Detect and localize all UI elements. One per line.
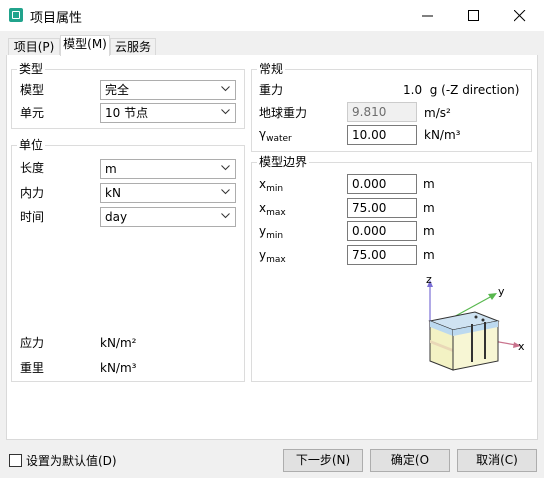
model-bounds-group-title: 模型边界 (257, 155, 310, 169)
y-axis-label: y (498, 285, 505, 298)
gamma-water-label: γwater (259, 127, 292, 146)
ymax-field[interactable]: 75.00 (347, 245, 417, 265)
stress-label: 应力 (20, 336, 45, 350)
ymin-field[interactable]: 0.000 (347, 221, 417, 241)
minimize-icon (422, 15, 433, 17)
xmin-value: 0.000 (352, 177, 387, 191)
time-unit-select[interactable]: day (100, 207, 236, 227)
close-icon (514, 10, 526, 22)
force-label: 内力 (20, 186, 45, 200)
gravity-label: 重力 (259, 83, 284, 97)
xmax-value: 75.00 (352, 201, 387, 215)
maximize-icon (468, 10, 479, 21)
chevron-down-icon (221, 213, 230, 219)
model-select-value: 完全 (105, 83, 130, 97)
earth-gravity-field[interactable]: 9.810 (347, 102, 417, 122)
earth-gravity-label: 地球重力 (259, 106, 308, 120)
xmin-field[interactable]: 0.000 (347, 174, 417, 194)
model-label: 模型 (20, 83, 45, 97)
ymin-unit: m (423, 224, 435, 238)
ymin-sub: min (266, 231, 284, 241)
xmax-label: xmax (259, 201, 286, 220)
xmax-field[interactable]: 75.00 (347, 198, 417, 218)
unit-weight-value: kN/m³ (100, 361, 137, 375)
element-select[interactable]: 10 节点 (100, 103, 236, 123)
tab-model[interactable]: 模型(M) (60, 35, 110, 56)
y-axis-arrow-icon (488, 293, 497, 300)
app-icon (9, 8, 23, 22)
ymin-value: 0.000 (352, 224, 387, 238)
type-group-title: 类型 (17, 62, 46, 76)
stress-unit-value: kN/m² (100, 336, 137, 350)
unit-label: 单元 (20, 106, 45, 120)
set-default-label[interactable]: 设置为默认值(D) (26, 454, 117, 468)
gravity-value: 1.0 g (-Z direction) (403, 83, 520, 97)
chevron-down-icon (221, 86, 230, 92)
xmin-label: xmin (259, 177, 283, 196)
earth-gravity-field-value: 9.810 (352, 105, 387, 119)
next-button[interactable]: 下一步(N) (283, 449, 363, 472)
xmin-sub: min (266, 184, 284, 194)
tab-project[interactable]: 项目(P) (8, 38, 60, 55)
xmax-sub: max (266, 208, 286, 218)
window-title: 项目属性 (30, 11, 83, 26)
pile-head-icon (481, 318, 485, 322)
ymax-value: 75.00 (352, 248, 387, 262)
ymax-unit: m (423, 248, 435, 262)
force-unit-select[interactable]: kN (100, 183, 236, 203)
chevron-down-icon (221, 189, 230, 195)
time-unit-value: day (105, 210, 128, 224)
model-axes-illustration: z y x (426, 273, 525, 371)
cancel-button[interactable]: 取消(C) (457, 449, 537, 472)
length-unit-value: m (105, 162, 117, 176)
units-group-title: 单位 (17, 138, 46, 152)
chevron-down-icon (221, 109, 230, 115)
ymax-sub: max (266, 255, 286, 265)
minimize-button[interactable] (405, 0, 451, 31)
maximize-button[interactable] (451, 0, 497, 31)
gamma-water-unit: kN/m³ (424, 128, 461, 142)
tab-cloud-service[interactable]: 云服务 (110, 38, 156, 55)
element-select-value: 10 节点 (105, 106, 149, 120)
set-default-checkbox[interactable] (9, 454, 22, 467)
z-axis-label: z (426, 273, 432, 286)
ymax-label: ymax (259, 248, 286, 267)
chevron-down-icon (221, 165, 230, 171)
length-unit-select[interactable]: m (100, 159, 236, 179)
earth-gravity-unit: m/s² (424, 106, 451, 120)
pile-head-icon (474, 315, 478, 319)
general-group-title: 常规 (257, 62, 286, 76)
close-button[interactable] (497, 0, 543, 31)
time-label: 时间 (20, 210, 45, 224)
xmax-unit: m (423, 201, 435, 215)
xmin-unit: m (423, 177, 435, 191)
ok-button[interactable]: 确定(O (370, 449, 450, 472)
title-bar: 项目属性 (0, 0, 544, 31)
model-select[interactable]: 完全 (100, 80, 236, 100)
gamma-water-field-value: 10.00 (352, 128, 387, 142)
x-axis-label: x (518, 340, 525, 353)
gamma-subscript: water (266, 134, 292, 144)
ymin-label: ymin (259, 224, 283, 243)
force-unit-value: kN (105, 186, 121, 200)
gamma-water-field[interactable]: 10.00 (347, 125, 417, 145)
unit-weight-label: 重里 (20, 361, 45, 375)
length-label: 长度 (20, 161, 45, 175)
